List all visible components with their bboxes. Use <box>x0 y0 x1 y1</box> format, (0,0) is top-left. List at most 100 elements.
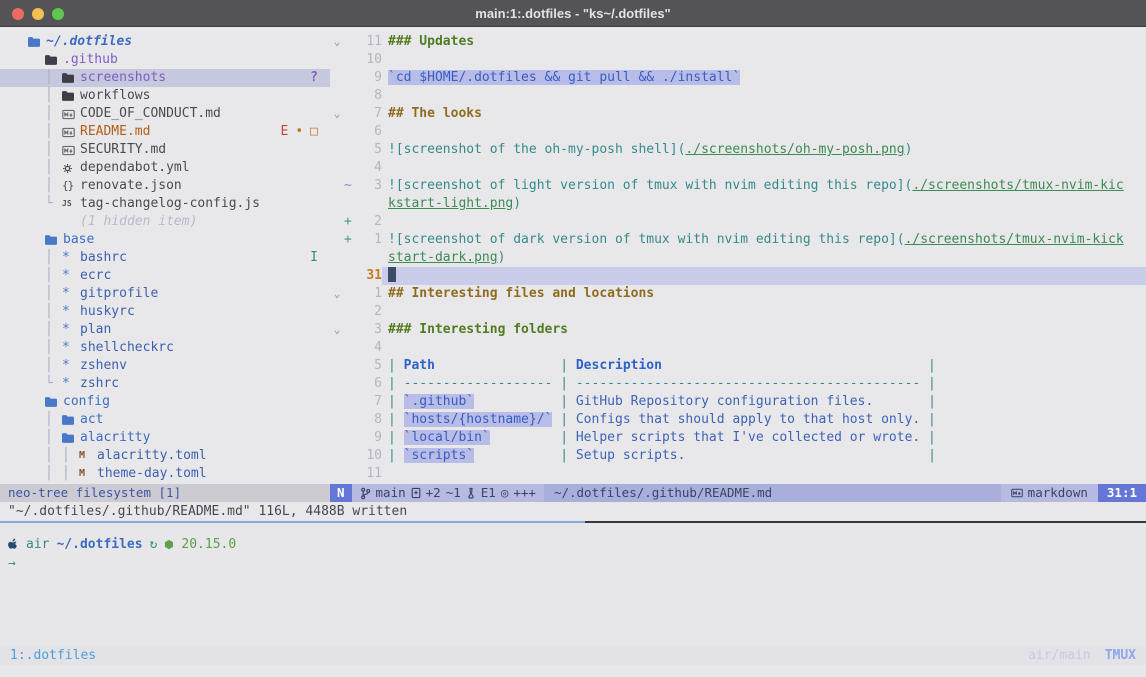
fold-chevron-icon[interactable]: ⌄ <box>330 105 344 123</box>
editor-line[interactable]: kstart-light.png) <box>330 195 1146 213</box>
minimize-button[interactable] <box>32 8 44 20</box>
line-number: 1 <box>356 285 382 303</box>
text-segment: | <box>388 430 404 445</box>
star-icon: * <box>62 285 78 303</box>
line-content <box>382 267 1146 285</box>
line-content <box>382 87 1146 105</box>
editor-current-line[interactable]: 31 <box>330 267 1146 285</box>
tree-item-huskyrc[interactable]: │*huskyrc <box>0 303 330 321</box>
tmux-window-tab[interactable]: 1:.dotfiles <box>10 648 96 663</box>
tree-item-theme-day-toml[interactable]: ││Mtheme-day.toml <box>0 465 330 483</box>
tree-item-dependabot-yml[interactable]: │dependabot.yml <box>0 159 330 177</box>
tree-item-gitprofile[interactable]: │*gitprofile <box>0 285 330 303</box>
tree-item-renovate-json[interactable]: │{}renovate.json <box>0 177 330 195</box>
text-segment: Description <box>576 358 662 373</box>
folder-icon <box>62 73 78 83</box>
tree-item-alacritty[interactable]: │alacritty <box>0 429 330 447</box>
close-button[interactable] <box>12 8 24 20</box>
mode-indicator: N <box>330 484 352 502</box>
line-number: 10 <box>356 447 382 465</box>
editor-line[interactable]: start-dark.png) <box>330 249 1146 267</box>
tree-item-zshrc[interactable]: └*zshrc <box>0 375 330 393</box>
text-segment <box>662 358 920 373</box>
tree-item-shellcheckrc[interactable]: │*shellcheckrc <box>0 339 330 357</box>
editor-line[interactable]: 7| `.github` | GitHub Repository configu… <box>330 393 1146 411</box>
tree-guide: │ <box>45 303 62 321</box>
editor-buffer[interactable]: ⌄11### Updates109`cd $HOME/.dotfiles && … <box>330 27 1146 484</box>
tree-item-base[interactable]: base <box>0 231 330 249</box>
editor-line[interactable]: 2 <box>330 303 1146 321</box>
tree-item-code-of-conduct-md[interactable]: │CODE_OF_CONDUCT.md <box>0 105 330 123</box>
editor-line[interactable]: 6 <box>330 123 1146 141</box>
tree-item-config[interactable]: config <box>0 393 330 411</box>
apple-icon <box>8 538 19 551</box>
editor-line[interactable]: 5| Path | Description | <box>330 357 1146 375</box>
editor-line[interactable]: ⌄11### Updates <box>330 33 1146 51</box>
editor-line[interactable]: ⌄7## The looks <box>330 105 1146 123</box>
fold-column <box>330 159 344 177</box>
sign-column <box>344 33 356 51</box>
tree-item-bashrc[interactable]: │*bashrcI <box>0 249 330 267</box>
tree-item-dotfiles[interactable]: ~/.dotfiles <box>0 33 330 51</box>
editor-line[interactable]: ⌄3### Interesting folders <box>330 321 1146 339</box>
fold-chevron-icon[interactable]: ⌄ <box>330 33 344 51</box>
cmdline-message: "~/.dotfiles/.github/README.md" 116L, 44… <box>0 502 1146 521</box>
editor-line[interactable]: +2 <box>330 213 1146 231</box>
sign-column <box>344 375 356 393</box>
editor-line[interactable]: 8| `hosts/{hostname}/` | Configs that sh… <box>330 411 1146 429</box>
line-content: ![screenshot of dark version of tmux wit… <box>382 231 1146 249</box>
line-number: 11 <box>356 33 382 51</box>
editor-line[interactable]: 10 <box>330 51 1146 69</box>
shell-pane[interactable]: air ~/.dotfiles ↻ 20.15.0 → <box>0 524 1146 645</box>
tree-item-label: act <box>80 411 103 429</box>
line-number: 3 <box>356 321 382 339</box>
line-number: 4 <box>356 339 382 357</box>
editor-line[interactable]: +1![screenshot of dark version of tmux w… <box>330 231 1146 249</box>
tree-item-github[interactable]: .github <box>0 51 330 69</box>
tree-item-plan[interactable]: │*plan <box>0 321 330 339</box>
tree-item-1-hidden-item[interactable]: (1 hidden item) <box>0 213 330 231</box>
tree-item-tag-changelog-config-js[interactable]: └JStag-changelog-config.js <box>0 195 330 213</box>
text-segment: ## The looks <box>388 106 482 121</box>
tree-item-act[interactable]: │act <box>0 411 330 429</box>
cursor-position: 31:1 <box>1098 484 1146 502</box>
fold-chevron-icon[interactable]: ⌄ <box>330 321 344 339</box>
editor-line[interactable]: 4 <box>330 159 1146 177</box>
fold-column <box>330 87 344 105</box>
tree-item-ecrc[interactable]: │*ecrc <box>0 267 330 285</box>
editor-line[interactable]: 9| `local/bin` | Helper scripts that I'v… <box>330 429 1146 447</box>
fold-chevron-icon[interactable]: ⌄ <box>330 285 344 303</box>
tree-item-label: workflows <box>80 87 150 105</box>
editor-line[interactable]: ~3![screenshot of light version of tmux … <box>330 177 1146 195</box>
window-title: main:1:.dotfiles - "ks~/.dotfiles" <box>475 6 670 21</box>
tree-item-label: plan <box>80 321 111 339</box>
git-sign: ~ <box>344 177 356 195</box>
editor-line[interactable]: 11 <box>330 465 1146 483</box>
editor-line[interactable]: 8 <box>330 87 1146 105</box>
line-number: 1 <box>356 231 382 249</box>
node-version: 20.15.0 <box>181 535 236 554</box>
editor-line[interactable]: 4 <box>330 339 1146 357</box>
tree-guide: └ <box>45 375 62 393</box>
star-icon: * <box>62 339 78 357</box>
editor-line[interactable]: 10| `scripts` | Setup scripts. | <box>330 447 1146 465</box>
editor-line[interactable]: 9`cd $HOME/.dotfiles && git pull && ./in… <box>330 69 1146 87</box>
tree-item-alacritty-toml[interactable]: ││Malacritty.toml <box>0 447 330 465</box>
line-content: `cd $HOME/.dotfiles && git pull && ./ins… <box>382 69 1146 87</box>
tree-guide: │ <box>45 159 62 177</box>
tree-item-screenshots[interactable]: │screenshots? <box>0 69 330 87</box>
text-segment: ) <box>498 250 506 265</box>
tree-item-label: SECURITY.md <box>80 141 166 159</box>
editor-line[interactable]: 6| ------------------- | ---------------… <box>330 375 1146 393</box>
editor-line[interactable]: 5![screenshot of the oh-my-posh shell](.… <box>330 141 1146 159</box>
star-icon: * <box>62 321 78 339</box>
tree-item-security-md[interactable]: │SECURITY.md <box>0 141 330 159</box>
tree-item-workflows[interactable]: │workflows <box>0 87 330 105</box>
line-content: ## Interesting files and locations <box>382 285 1146 303</box>
tree-item-zshenv[interactable]: │*zshenv <box>0 357 330 375</box>
editor-line[interactable]: ⌄ 1## Interesting files and locations <box>330 285 1146 303</box>
tree-item-readme-md[interactable]: │README.mdE•□ <box>0 123 330 141</box>
fullscreen-button[interactable] <box>52 8 64 20</box>
line-number: 5 <box>356 141 382 159</box>
shell-input-line[interactable]: → <box>8 554 1138 573</box>
